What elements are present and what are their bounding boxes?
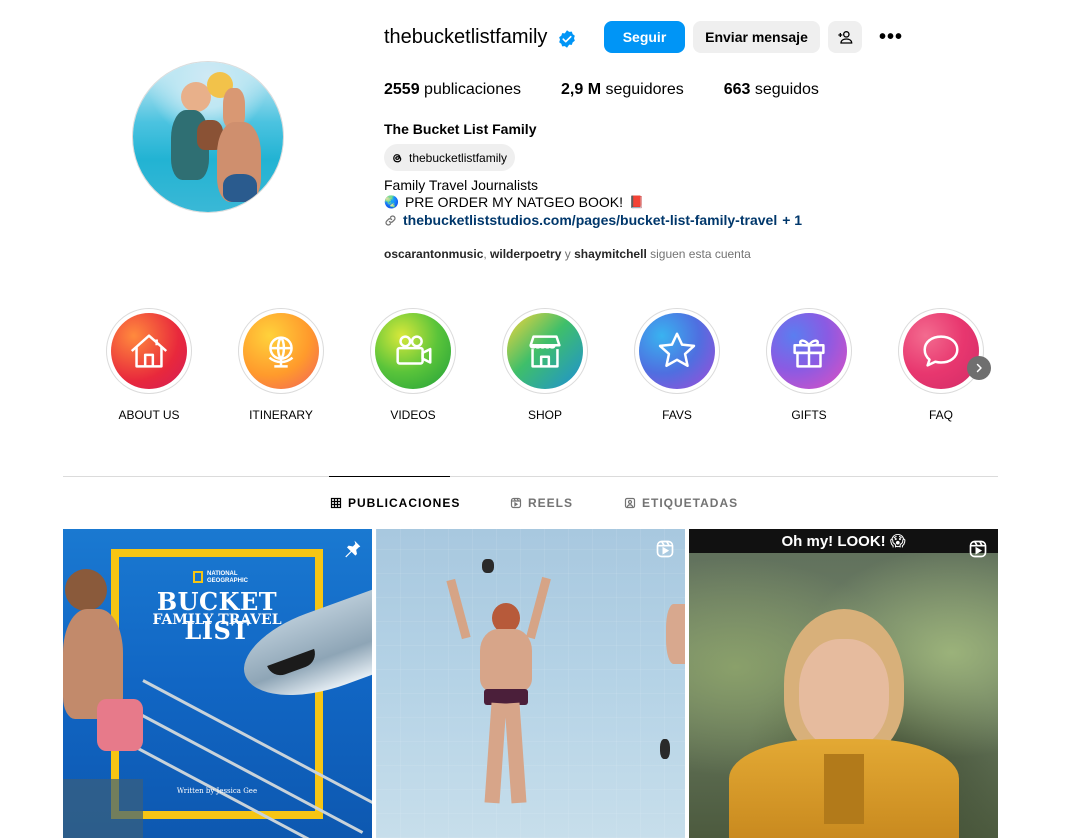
publisher-logo-text: NATIONAL GEOGRAPHIC: [207, 571, 249, 584]
highlight-ring: [634, 308, 720, 394]
gift-icon: [793, 339, 825, 368]
following-stat[interactable]: 663 seguidos: [724, 81, 819, 99]
reel-icon: [969, 540, 987, 558]
followed-by-text[interactable]: oscarantonmusic, wilderpoetry y shaymitc…: [384, 247, 751, 261]
highlight-ring: [502, 308, 588, 394]
following-label: seguidos: [750, 81, 819, 98]
followed-by-user-2[interactable]: wilderpoetry: [490, 247, 561, 261]
posts-count: 2559: [384, 81, 420, 98]
bio-line-2: 🌏 PRE ORDER MY NATGEO BOOK! 📕: [384, 194, 644, 210]
followers-count: 2,9 M: [561, 81, 602, 98]
highlight-cover: [243, 313, 319, 389]
highlight-cover: [639, 313, 715, 389]
threads-badge[interactable]: thebucketlistfamily: [384, 144, 516, 171]
bio-line-2-text: PRE ORDER MY NATGEO BOOK!: [404, 194, 624, 210]
send-message-button[interactable]: Enviar mensaje: [693, 21, 820, 53]
reels-icon: [510, 497, 522, 509]
followed-by-user-3[interactable]: shaymitchell: [574, 247, 647, 261]
posts-label: publicaciones: [419, 81, 521, 98]
book-byline: Written by Jessica Gee: [176, 787, 258, 795]
link-icon: [385, 214, 396, 226]
globe-icon: [268, 336, 294, 368]
highlight-ring: [370, 308, 456, 394]
highlight-label: ABOUT US: [118, 408, 180, 422]
globe-emoji: 🌏: [384, 195, 399, 209]
followed-by-user-1[interactable]: oscarantonmusic: [384, 247, 483, 261]
highlight-cover: [903, 313, 979, 389]
verified-badge-icon: [559, 30, 575, 48]
profile-full-name: The Bucket List Family: [384, 121, 537, 137]
person-plus-icon: [838, 31, 853, 44]
highlight-label: VIDEOS: [390, 408, 436, 422]
highlight-label: GIFTS: [791, 408, 827, 422]
post-thumbnail-2[interactable]: [376, 529, 685, 838]
profile-username: thebucketlistfamily: [384, 26, 548, 48]
highlights-next-button[interactable]: [967, 356, 991, 380]
bio-link-extra[interactable]: + 1: [782, 212, 802, 228]
tab-tagged-label: ETIQUETADAS: [642, 496, 739, 510]
post-3-image: Oh my! LOOK! 😱: [689, 529, 998, 838]
tab-tagged[interactable]: ETIQUETADAS: [624, 496, 738, 510]
highlight-videos[interactable]: VIDEOS: [370, 308, 456, 422]
store-icon: [529, 335, 561, 368]
followers-label: seguidores: [601, 81, 684, 98]
highlight-label: ITINERARY: [249, 408, 313, 422]
bio-link[interactable]: thebucketliststudios.com/pages/bucket-li…: [384, 212, 802, 228]
tagged-user-icon: [624, 497, 636, 509]
tabs-divider: [63, 476, 998, 477]
highlight-label: SHOP: [527, 408, 562, 422]
avatar-image: [133, 62, 283, 212]
following-count: 663: [723, 81, 751, 98]
tab-posts-label: PUBLICACIONES: [348, 496, 461, 510]
highlight-about-us[interactable]: ABOUT US: [106, 308, 192, 422]
highlight-ring: [898, 308, 984, 394]
pinned-post-icon: [345, 540, 361, 558]
threads-icon: [393, 153, 402, 162]
post-thumbnail-3[interactable]: Oh my! LOOK! 😱: [689, 529, 998, 838]
highlight-ring: [106, 308, 192, 394]
bio-line-1: Family Travel Journalists: [384, 177, 539, 193]
highlight-cover: [375, 313, 451, 389]
post-1-image: NATIONAL GEOGRAPHIC BUCKET LIST FAMILY T…: [63, 529, 372, 838]
highlight-label: FAQ: [928, 408, 953, 422]
highlight-ring: [238, 308, 324, 394]
reel-icon: [656, 540, 674, 558]
chevron-right-icon: [976, 363, 982, 373]
follow-button[interactable]: Seguir: [604, 21, 685, 53]
highlight-label: FAVS: [662, 408, 692, 422]
more-options-button[interactable]: •••: [872, 21, 910, 53]
post-thumbnail-1[interactable]: NATIONAL GEOGRAPHIC BUCKET LIST FAMILY T…: [63, 529, 372, 838]
highlight-shop[interactable]: SHOP: [502, 308, 588, 422]
active-tab-indicator: [329, 476, 450, 477]
followers-stat[interactable]: 2,9 M seguidores: [561, 81, 684, 99]
tab-posts[interactable]: PUBLICACIONES: [330, 496, 460, 510]
star-icon: [658, 332, 696, 368]
reel-caption: Oh my! LOOK! 😱: [781, 533, 906, 550]
video-camera-icon: [396, 335, 432, 365]
highlight-ring: [766, 308, 852, 394]
book-emoji: 📕: [629, 195, 644, 209]
highlight-cover: [771, 313, 847, 389]
speech-bubble-icon: [923, 335, 959, 367]
tab-reels-label: REELS: [528, 496, 574, 510]
posts-stat: 2559 publicaciones: [384, 81, 521, 99]
followed-by-sep-2: y: [561, 247, 575, 261]
house-icon: [130, 334, 168, 368]
grid-icon: [330, 497, 342, 509]
highlight-cover: [111, 313, 187, 389]
suggested-accounts-button[interactable]: [828, 21, 862, 53]
tab-reels[interactable]: REELS: [510, 496, 573, 510]
profile-avatar[interactable]: [132, 61, 284, 213]
followed-by-suffix: siguen esta cuenta: [646, 247, 751, 261]
highlight-gifts[interactable]: GIFTS: [766, 308, 852, 422]
highlight-favs[interactable]: FAVS: [634, 308, 720, 422]
profile-stats: 2559 publicaciones 2,9 M seguidores 663 …: [384, 81, 859, 99]
highlight-cover: [507, 313, 583, 389]
threads-handle: thebucketlistfamily: [409, 150, 508, 165]
highlight-itinerary[interactable]: ITINERARY: [238, 308, 324, 422]
post-2-image: [376, 529, 685, 838]
bio-link-url[interactable]: thebucketliststudios.com/pages/bucket-li…: [403, 212, 777, 228]
